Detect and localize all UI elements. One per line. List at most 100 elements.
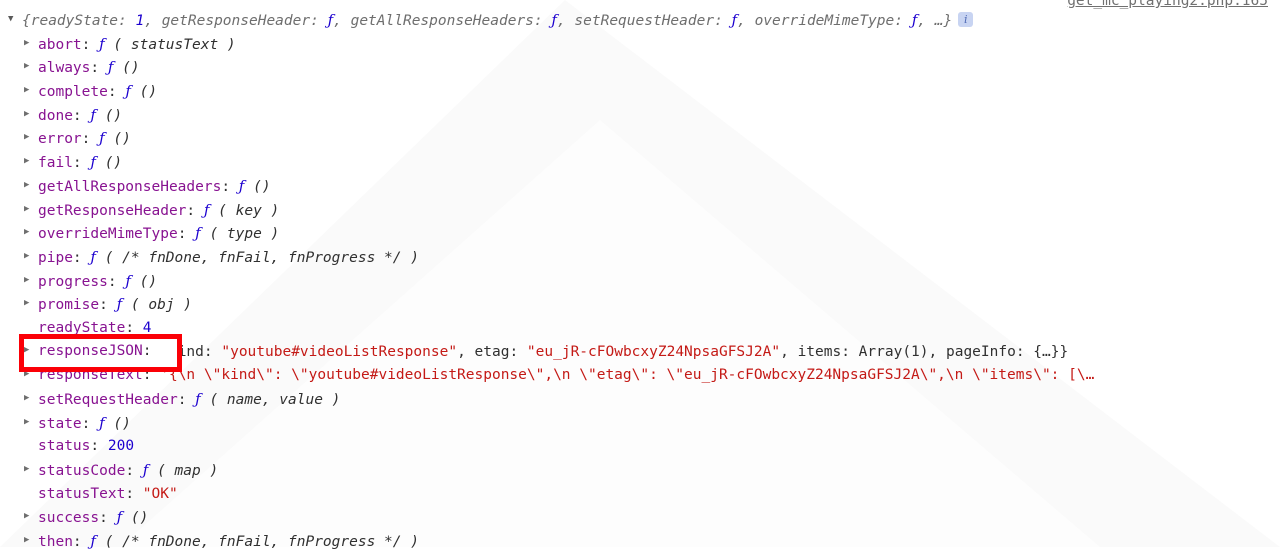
property-row[interactable]: ▶ complete: ƒ () bbox=[0, 80, 1280, 104]
property-value-object-preview: {kind: "youtube#videoListResponse", etag… bbox=[160, 341, 1068, 365]
property-colon: : bbox=[186, 202, 204, 219]
function-params: () bbox=[122, 60, 140, 77]
property-colon: : bbox=[90, 60, 108, 77]
disclosure-triangle-icon[interactable]: ▶ bbox=[24, 269, 35, 293]
function-params: () bbox=[113, 131, 131, 148]
disclosure-triangle-icon[interactable]: ▶ bbox=[24, 126, 35, 150]
property-colon: : bbox=[81, 415, 100, 432]
function-glyph-icon: ƒ bbox=[99, 34, 105, 53]
property-row[interactable]: ▶ promise: ƒ ( obj ) bbox=[0, 293, 1280, 317]
property-colon: : bbox=[90, 438, 108, 455]
function-params: ( statusText ) bbox=[113, 36, 236, 53]
property-value-string: "OK" bbox=[142, 485, 178, 502]
info-icon[interactable]: i bbox=[958, 11, 974, 27]
function-params: ( type ) bbox=[209, 226, 280, 243]
function-glyph-icon: ƒ bbox=[90, 153, 96, 172]
function-glyph-icon: ƒ bbox=[99, 129, 105, 148]
property-row[interactable]: ▶ always: ƒ () bbox=[0, 56, 1280, 80]
disclosure-triangle-icon[interactable]: ▶ bbox=[24, 292, 35, 316]
property-row[interactable]: ▶ setRequestHeader: ƒ ( name, value ) bbox=[0, 388, 1280, 412]
function-glyph-icon: ƒ bbox=[195, 224, 201, 243]
property-name: getAllResponseHeaders bbox=[38, 178, 222, 195]
disclosure-triangle-icon[interactable]: ▶ bbox=[24, 458, 35, 482]
property-row[interactable]: ▶ success: ƒ () bbox=[0, 506, 1280, 530]
property-row[interactable]: ▶ then: ƒ ( /* fnDone, fnFail, fnProgress… bbox=[0, 530, 1280, 554]
property-row[interactable]: ▶ pipe: ƒ ( /* fnDone, fnFail, fnProgress… bbox=[0, 246, 1280, 270]
disclosure-triangle-icon[interactable]: ▶ bbox=[24, 198, 35, 222]
property-name: statusText bbox=[38, 485, 126, 502]
property-row[interactable]: readyState: 4 bbox=[0, 317, 1280, 341]
property-row[interactable]: ▶ statusCode: ƒ ( map ) bbox=[0, 459, 1280, 483]
disclosure-triangle-icon[interactable]: ▶ bbox=[24, 103, 35, 127]
property-list: ▶ abort: ƒ ( statusText ) ▶ always: ƒ () ▶ co… bbox=[0, 33, 1280, 554]
property-name: overrideMimeType bbox=[38, 226, 178, 243]
property-row[interactable]: ▶ getAllResponseHeaders: ƒ () bbox=[0, 175, 1280, 199]
property-colon: : bbox=[81, 131, 100, 148]
property-value-function: ƒ () bbox=[99, 129, 131, 148]
property-name: state bbox=[38, 415, 82, 432]
function-params: () bbox=[113, 415, 131, 432]
property-row[interactable]: ▶ overrideMimeType: ƒ ( type ) bbox=[0, 222, 1280, 246]
disclosure-triangle-icon[interactable]: ▶ bbox=[24, 529, 35, 553]
property-row[interactable]: ▶ fail: ƒ () bbox=[0, 151, 1280, 175]
property-value-function: ƒ ( /* fnDone, fnFail, fnProgress */ ) bbox=[90, 247, 419, 266]
property-name: abort bbox=[38, 36, 82, 53]
function-glyph-icon: ƒ bbox=[238, 176, 245, 195]
function-params: ( /* fnDone, fnFail, fnProgress */ ) bbox=[104, 534, 419, 551]
property-row[interactable]: statusText: "OK" bbox=[0, 483, 1280, 507]
disclosure-triangle-icon[interactable]: ▶ bbox=[24, 32, 35, 56]
function-params: ( obj ) bbox=[130, 297, 192, 314]
property-colon: : bbox=[125, 463, 143, 480]
property-name: progress bbox=[38, 273, 108, 290]
preview-separator-1: , bbox=[457, 343, 475, 360]
property-row[interactable]: ▶ responseText: '{\n \"kind\": \"youtube#… bbox=[0, 364, 1280, 388]
property-row[interactable]: ▶ state: ƒ () bbox=[0, 412, 1280, 436]
property-value-function: ƒ ( statusText ) bbox=[99, 34, 236, 53]
property-row[interactable]: ▶ getResponseHeader: ƒ ( key ) bbox=[0, 199, 1280, 223]
annotation-highlight-label[interactable]: ▶ responseJSON: bbox=[24, 340, 152, 364]
preview-value-etag: "eu_jR-cFOwbcxyZ24NpsaGFSJ2A" bbox=[526, 343, 781, 360]
property-value-function: ƒ ( key ) bbox=[203, 200, 279, 219]
source-link[interactable]: get_mc_playing2.php:165 bbox=[1067, 0, 1268, 14]
property-row[interactable]: status: 200 bbox=[0, 435, 1280, 459]
disclosure-triangle-icon[interactable]: ▶ bbox=[24, 339, 35, 363]
property-row[interactable]: ▶ abort: ƒ ( statusText ) bbox=[0, 33, 1280, 57]
disclosure-triangle-icon[interactable]: ▶ bbox=[24, 387, 35, 411]
disclosure-triangle-icon[interactable]: ▶ bbox=[24, 245, 35, 269]
function-params: () bbox=[104, 107, 123, 124]
function-glyph-icon: ƒ bbox=[90, 247, 96, 266]
function-params: () bbox=[253, 178, 271, 195]
property-name: then bbox=[38, 534, 73, 551]
disclosure-triangle-icon[interactable]: ▶ bbox=[24, 411, 35, 435]
responseJSON-colon: : bbox=[142, 343, 152, 359]
property-name: complete bbox=[38, 84, 108, 101]
disclosure-triangle-open-icon[interactable]: ▼ bbox=[8, 8, 19, 32]
disclosure-triangle-icon[interactable]: ▶ bbox=[24, 55, 35, 79]
function-params: ( map ) bbox=[157, 463, 219, 480]
responseJSON-label: responseJSON bbox=[38, 343, 143, 359]
property-colon: : bbox=[99, 297, 117, 314]
root-text-5: , overrideMimeType: bbox=[737, 13, 912, 29]
disclosure-triangle-icon[interactable]: ▶ bbox=[24, 174, 35, 198]
root-text-2: , getResponseHeader: bbox=[144, 13, 328, 29]
property-value-function: ƒ () bbox=[99, 414, 131, 432]
function-glyph-icon: ƒ bbox=[142, 461, 149, 480]
property-colon: : bbox=[221, 178, 239, 195]
preview-key-items: items: bbox=[797, 343, 859, 360]
property-row[interactable]: ▶ error: ƒ () bbox=[0, 127, 1280, 151]
disclosure-triangle-icon[interactable]: ▶ bbox=[24, 79, 35, 103]
disclosure-triangle-icon[interactable]: ▶ bbox=[24, 505, 35, 529]
property-value-function: ƒ () bbox=[108, 58, 140, 77]
disclosure-triangle-icon[interactable]: ▶ bbox=[24, 221, 35, 245]
root-text-6: , …} bbox=[917, 13, 953, 29]
property-colon: : bbox=[99, 510, 117, 527]
preview-value-pageinfo: {…} bbox=[1033, 343, 1060, 360]
property-row[interactable]: ▶ progress: ƒ () bbox=[0, 270, 1280, 294]
property-value-function: ƒ ( obj ) bbox=[117, 295, 192, 314]
property-name: status bbox=[38, 438, 91, 455]
console-object-inspector: ▼ {readyState: 1, getResponseHeader: ƒ, g… bbox=[0, 0, 1280, 554]
property-row[interactable]: ▶ done: ƒ () bbox=[0, 104, 1280, 128]
property-row[interactable]: ▶responseJSON: {kind: "youtube#videoList… bbox=[0, 341, 1280, 365]
function-glyph-icon: ƒ bbox=[203, 200, 210, 219]
disclosure-triangle-icon[interactable]: ▶ bbox=[24, 150, 35, 174]
